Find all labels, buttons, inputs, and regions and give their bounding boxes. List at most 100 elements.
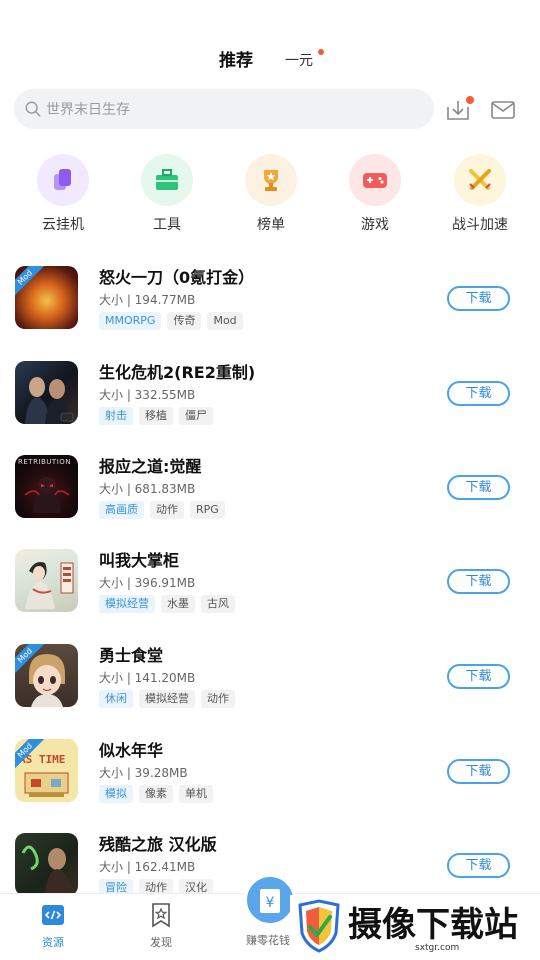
category-tools[interactable]: 工具 [127,154,207,234]
thumb-caption: RETRIBUTION [18,458,72,466]
list-item[interactable]: AS TIME Mod 似水年华 大小 | 39.28MB 模拟 像素 单机 下… [0,739,540,833]
game-thumbnail [15,549,78,612]
nav-label: 赚零花钱 [246,934,290,947]
game-title: 勇士食堂 [99,646,164,665]
list-item[interactable]: 生化危机2(RE2重制) 大小 | 332.55MB 射击 移植 僵尸 下载 [0,361,540,455]
tab-recommend[interactable]: 推荐 [219,46,253,71]
tag-list: 模拟 像素 单机 [99,785,213,803]
category-icon-bg [141,154,193,206]
tab-one-yuan[interactable]: 一元 [285,50,313,70]
ink-character-art [25,562,74,609]
nav-label: 资源 [42,936,64,949]
tag: 动作 [150,501,184,519]
search-icon [25,101,41,117]
nav-resources[interactable]: 资源 [23,902,83,950]
nav-earn[interactable]: 赚零花钱 [238,932,298,948]
tag: 休闲 [99,690,133,708]
download-button[interactable]: 下载 [447,853,510,878]
category-rankings[interactable]: 榜单 [231,154,311,234]
tag-list: 模拟经营 水墨 古风 [99,595,235,613]
tag: 像素 [139,785,173,803]
category-battle-boost[interactable]: 战斗加速 [440,154,520,234]
tag: 古风 [201,595,235,613]
download-button[interactable]: 下载 [447,664,510,689]
search-placeholder: 世界末日生存 [46,102,130,118]
app-screen: 推荐 一元 世界末日生存 云挂机 工具 榜单 游戏 战斗加速 Mod 怒火一刀（… [0,0,540,960]
search-input[interactable]: 世界末日生存 [14,89,434,129]
tag-list: 休闲 模拟经营 动作 [99,690,235,708]
list-item[interactable]: Mod 怒火一刀（0氪打金） 大小 | 194.77MB MMORPG 传奇 M… [0,266,540,360]
category-label: 工具 [153,217,181,233]
watermark: 摄像下载站 sxtgr.com [290,895,540,960]
download-button[interactable]: 下载 [447,381,510,406]
category-icon-bg [37,154,89,206]
game-title: 残酷之旅 汉化版 [99,835,217,854]
game-size: 大小 | 162.41MB [99,860,196,874]
top-tabs: 推荐 一元 [0,44,540,74]
game-size: 大小 | 39.28MB [99,766,188,780]
tag-list: MMORPG 传奇 Mod [99,312,243,330]
download-button[interactable]: 下载 [447,286,510,311]
game-thumbnail: Mod [15,644,78,707]
category-icon-bg [454,154,506,206]
mod-badge: Mod [15,266,45,297]
tag: 模拟经营 [99,595,155,613]
tag: 传奇 [167,312,202,330]
game-title: 怒火一刀（0氪打金） [99,268,255,287]
game-size: 大小 | 681.83MB [99,482,196,496]
tag: 僵尸 [179,407,213,425]
list-item[interactable]: 叫我大掌柜 大小 | 396.91MB 模拟经营 水墨 古风 下载 [0,549,540,643]
category-label: 游戏 [361,217,389,233]
notification-dot [318,49,324,55]
tag-list: 高画质 动作 RPG [99,501,225,519]
download-badge-dot [466,96,474,104]
category-label: 云挂机 [42,217,84,233]
list-item[interactable]: RETRIBUTION 报应之道:觉醒 大小 | 681.83MB 高画质 动作… [0,455,540,549]
gamepad-icon [363,173,387,188]
download-button[interactable]: 下载 [447,569,510,594]
watermark-url: sxtgr.com [415,943,460,953]
download-button[interactable]: 下载 [447,475,510,500]
tag: 模拟经营 [139,690,195,708]
tag-list: 射击 移植 僵尸 [99,407,213,425]
tag: Mod [207,312,243,330]
game-size: 大小 | 194.77MB [99,293,196,307]
category-cloud-hosting[interactable]: 云挂机 [23,154,103,234]
watermark-text: 摄像下载站 [348,905,518,945]
game-title: 似水年华 [99,741,164,760]
tag: 高画质 [99,501,144,519]
phone-icon [54,169,71,190]
dark-journey-art [21,845,71,896]
game-thumbnail [15,833,78,896]
nav-discover[interactable]: 发现 [131,902,191,950]
tag: 单机 [179,785,213,803]
swords-icon [469,169,491,190]
watermark-logo-icon [298,899,340,953]
game-title: 叫我大掌柜 [99,551,180,570]
earn-money-button[interactable]: ¥ [244,874,296,926]
tag: 模拟 [99,785,133,803]
category-label: 榜单 [257,217,285,233]
category-icon-bg [245,154,297,206]
category-games[interactable]: 游戏 [335,154,415,234]
tag: 动作 [201,690,235,708]
tag: MMORPG [99,312,162,330]
tag: 移植 [139,407,173,425]
category-label: 战斗加速 [452,217,508,233]
game-size: 大小 | 332.55MB [99,388,196,402]
tag: 水墨 [161,595,195,613]
money-bill-icon: ¥ [260,889,280,913]
mail-icon[interactable] [490,99,516,121]
character-art [25,377,74,424]
svg-text:¥: ¥ [266,895,275,911]
bookmark-star-icon [152,903,170,928]
game-thumbnail: AS TIME Mod [15,739,78,802]
game-thumbnail: Mod [15,266,78,329]
game-size: 大小 | 141.20MB [99,671,196,685]
nav-label: 发现 [150,936,172,949]
tag: RPG [190,501,225,519]
list-item[interactable]: Mod 勇士食堂 大小 | 141.20MB 休闲 模拟经营 动作 下载 [0,644,540,738]
game-thumbnail: RETRIBUTION [15,455,78,518]
download-button[interactable]: 下载 [447,759,510,784]
tag: 射击 [99,407,133,425]
